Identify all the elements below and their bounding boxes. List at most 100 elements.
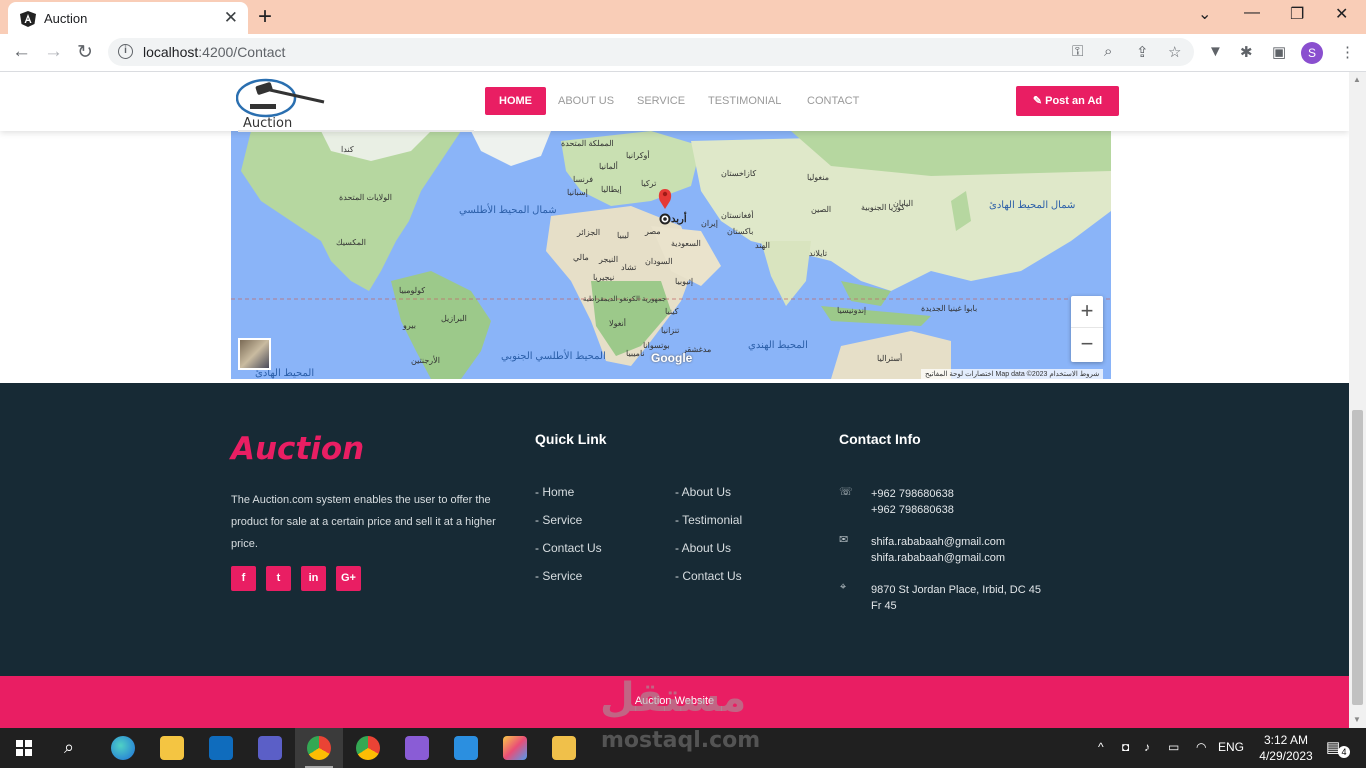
taskbar-chrome-active[interactable]	[295, 728, 343, 768]
tray-overflow-icon[interactable]: ^	[1098, 740, 1104, 754]
map-label: أستراليا	[877, 354, 903, 363]
site-info-icon[interactable]: i	[118, 44, 133, 59]
map-label: الأرجنتين	[411, 356, 440, 365]
new-tab-button[interactable]: +	[258, 3, 272, 31]
map-label: بوتسوانا	[643, 341, 670, 350]
scrollbar-thumb[interactable]	[1352, 410, 1363, 705]
email-address[interactable]: shifa.rababaah@gmail.com	[871, 550, 1005, 566]
extensions-puzzle-icon[interactable]: ✱	[1240, 43, 1253, 61]
nav-service[interactable]: SERVICE	[637, 87, 685, 115]
quick-link-contact-us-2[interactable]: - Contact Us	[675, 569, 742, 583]
gavel-logo-icon	[235, 78, 325, 118]
language-indicator[interactable]: ENG	[1218, 740, 1244, 754]
start-button[interactable]	[0, 728, 48, 768]
key-icon[interactable]: ⚿	[1072, 43, 1083, 60]
location-pin-icon[interactable]	[658, 189, 672, 225]
map-label: كوريا الجنوبية	[861, 203, 905, 212]
map-attribution[interactable]: اختصارات لوحة المفاتيح Map data ©2023 شر…	[921, 369, 1104, 379]
close-window-button[interactable]: ✕	[1335, 4, 1348, 24]
restore-button[interactable]: ❐	[1290, 4, 1304, 24]
site-logo[interactable]: Auction	[235, 76, 328, 131]
reload-button[interactable]: ↻	[77, 41, 93, 64]
side-panel-icon[interactable]: ▣	[1272, 43, 1286, 61]
nav-testimonial[interactable]: TESTIMONIAL	[708, 87, 781, 115]
map-label: أوكرانيا	[626, 151, 650, 160]
search-button[interactable]: ⌕	[48, 728, 96, 768]
map-label: الصين	[811, 205, 832, 214]
edge-icon	[111, 736, 135, 760]
map-marker-icon: ⌖	[840, 581, 847, 593]
taskbar-chrome[interactable]	[344, 728, 392, 768]
taskbar-paint[interactable]	[491, 728, 539, 768]
footer-brand: Auction	[231, 431, 365, 467]
map-label: منغوليا	[807, 173, 829, 182]
map-label: الجزائر	[577, 228, 601, 237]
menu-kebab-icon[interactable]: ⋮	[1340, 43, 1355, 61]
map-label: السودان	[645, 257, 673, 266]
bookmark-star-icon[interactable]: ☆	[1168, 43, 1181, 61]
quick-link-contact-us[interactable]: - Contact Us	[535, 541, 602, 555]
quick-link-service-2[interactable]: - Service	[535, 569, 582, 583]
quick-link-about-us-2[interactable]: - About Us	[675, 541, 731, 555]
battery-icon[interactable]: ▭	[1168, 740, 1179, 754]
map-label: تشاد	[621, 263, 637, 272]
scroll-up-arrow[interactable]: ▲	[1353, 75, 1361, 84]
address-bar[interactable]: i localhost:4200/Contact ⚿ ⌕ ⇪ ☆	[108, 38, 1194, 66]
scroll-down-arrow[interactable]: ▼	[1353, 715, 1361, 724]
linkedin-icon[interactable]: in	[301, 566, 326, 591]
zoom-icon[interactable]: ⌕	[1104, 43, 1112, 60]
map-label: باكستان	[727, 227, 754, 236]
share-icon[interactable]: ⇪	[1136, 43, 1149, 61]
email-address[interactable]: shifa.rababaah@gmail.com	[871, 534, 1005, 550]
forward-button[interactable]: →	[44, 41, 63, 63]
profile-avatar[interactable]: S	[1301, 42, 1323, 64]
notification-count: 4	[1338, 746, 1350, 758]
angular-icon	[20, 11, 36, 27]
satellite-view-thumbnail[interactable]	[238, 338, 271, 370]
minimize-button[interactable]: —	[1244, 4, 1260, 22]
map-zoom-controls: + −	[1071, 296, 1103, 362]
paint-icon	[503, 736, 527, 760]
zoom-out-button[interactable]: −	[1071, 329, 1103, 361]
taskbar-visual-studio[interactable]	[393, 728, 441, 768]
map-label: إسبانيا	[567, 188, 588, 197]
taskbar-file-explorer[interactable]	[148, 728, 196, 768]
browser-tab[interactable]: Auction ✕	[8, 2, 248, 34]
site-header: Auction HOME ABOUT US SERVICE TESTIMONIA…	[0, 72, 1349, 132]
quick-link-home[interactable]: - Home	[535, 485, 574, 499]
post-an-ad-button[interactable]: ✎ Post an Ad	[1016, 86, 1119, 116]
url-text[interactable]: localhost:4200/Contact	[143, 44, 285, 60]
taskbar-outlook[interactable]	[197, 728, 245, 768]
zoom-in-button[interactable]: +	[1071, 296, 1103, 328]
facebook-icon[interactable]: f	[231, 566, 256, 591]
extension-v-icon[interactable]: ▼	[1208, 43, 1223, 60]
map-ocean-label: شمال المحيط الهادئ	[989, 200, 1076, 211]
volume-icon[interactable]: ♪	[1144, 740, 1150, 754]
taskbar-snipping[interactable]	[540, 728, 588, 768]
envelope-icon: ✉	[839, 534, 849, 546]
page-scrollbar[interactable]: ▲ ▼	[1349, 72, 1366, 728]
quick-link-service[interactable]: - Service	[535, 513, 582, 527]
quick-link-about-us[interactable]: - About Us	[675, 485, 731, 499]
vscode-icon	[454, 736, 478, 760]
search-icon: ⌕	[64, 737, 75, 757]
nav-home[interactable]: HOME	[485, 87, 546, 115]
map-label: إندونيسيا	[837, 306, 867, 315]
phone-number: +962 798680638	[871, 504, 954, 516]
nav-about-us[interactable]: ABOUT US	[558, 87, 614, 115]
google-map[interactable]: كندا الولايات المتحدة المكسيك كولومبيا ا…	[231, 131, 1111, 379]
google-plus-icon[interactable]: G+	[336, 566, 361, 591]
address-line: 9870 St Jordan Place, Irbid, DC 45	[871, 584, 1041, 596]
system-clock[interactable]: 3:12 AM 4/29/2023	[1254, 732, 1318, 764]
taskbar-teams[interactable]	[246, 728, 294, 768]
taskbar-vscode[interactable]	[442, 728, 490, 768]
wifi-icon[interactable]: ◠	[1196, 740, 1206, 754]
twitter-icon[interactable]: t	[266, 566, 291, 591]
taskbar-edge[interactable]	[99, 728, 147, 768]
quick-link-testimonial[interactable]: - Testimonial	[675, 513, 742, 527]
camera-icon[interactable]: ◘	[1122, 740, 1129, 754]
close-tab-icon[interactable]: ✕	[224, 8, 238, 28]
tab-search-icon[interactable]: ⌄	[1198, 4, 1211, 24]
nav-contact[interactable]: CONTACT	[807, 87, 859, 115]
back-button[interactable]: ←	[12, 41, 31, 63]
